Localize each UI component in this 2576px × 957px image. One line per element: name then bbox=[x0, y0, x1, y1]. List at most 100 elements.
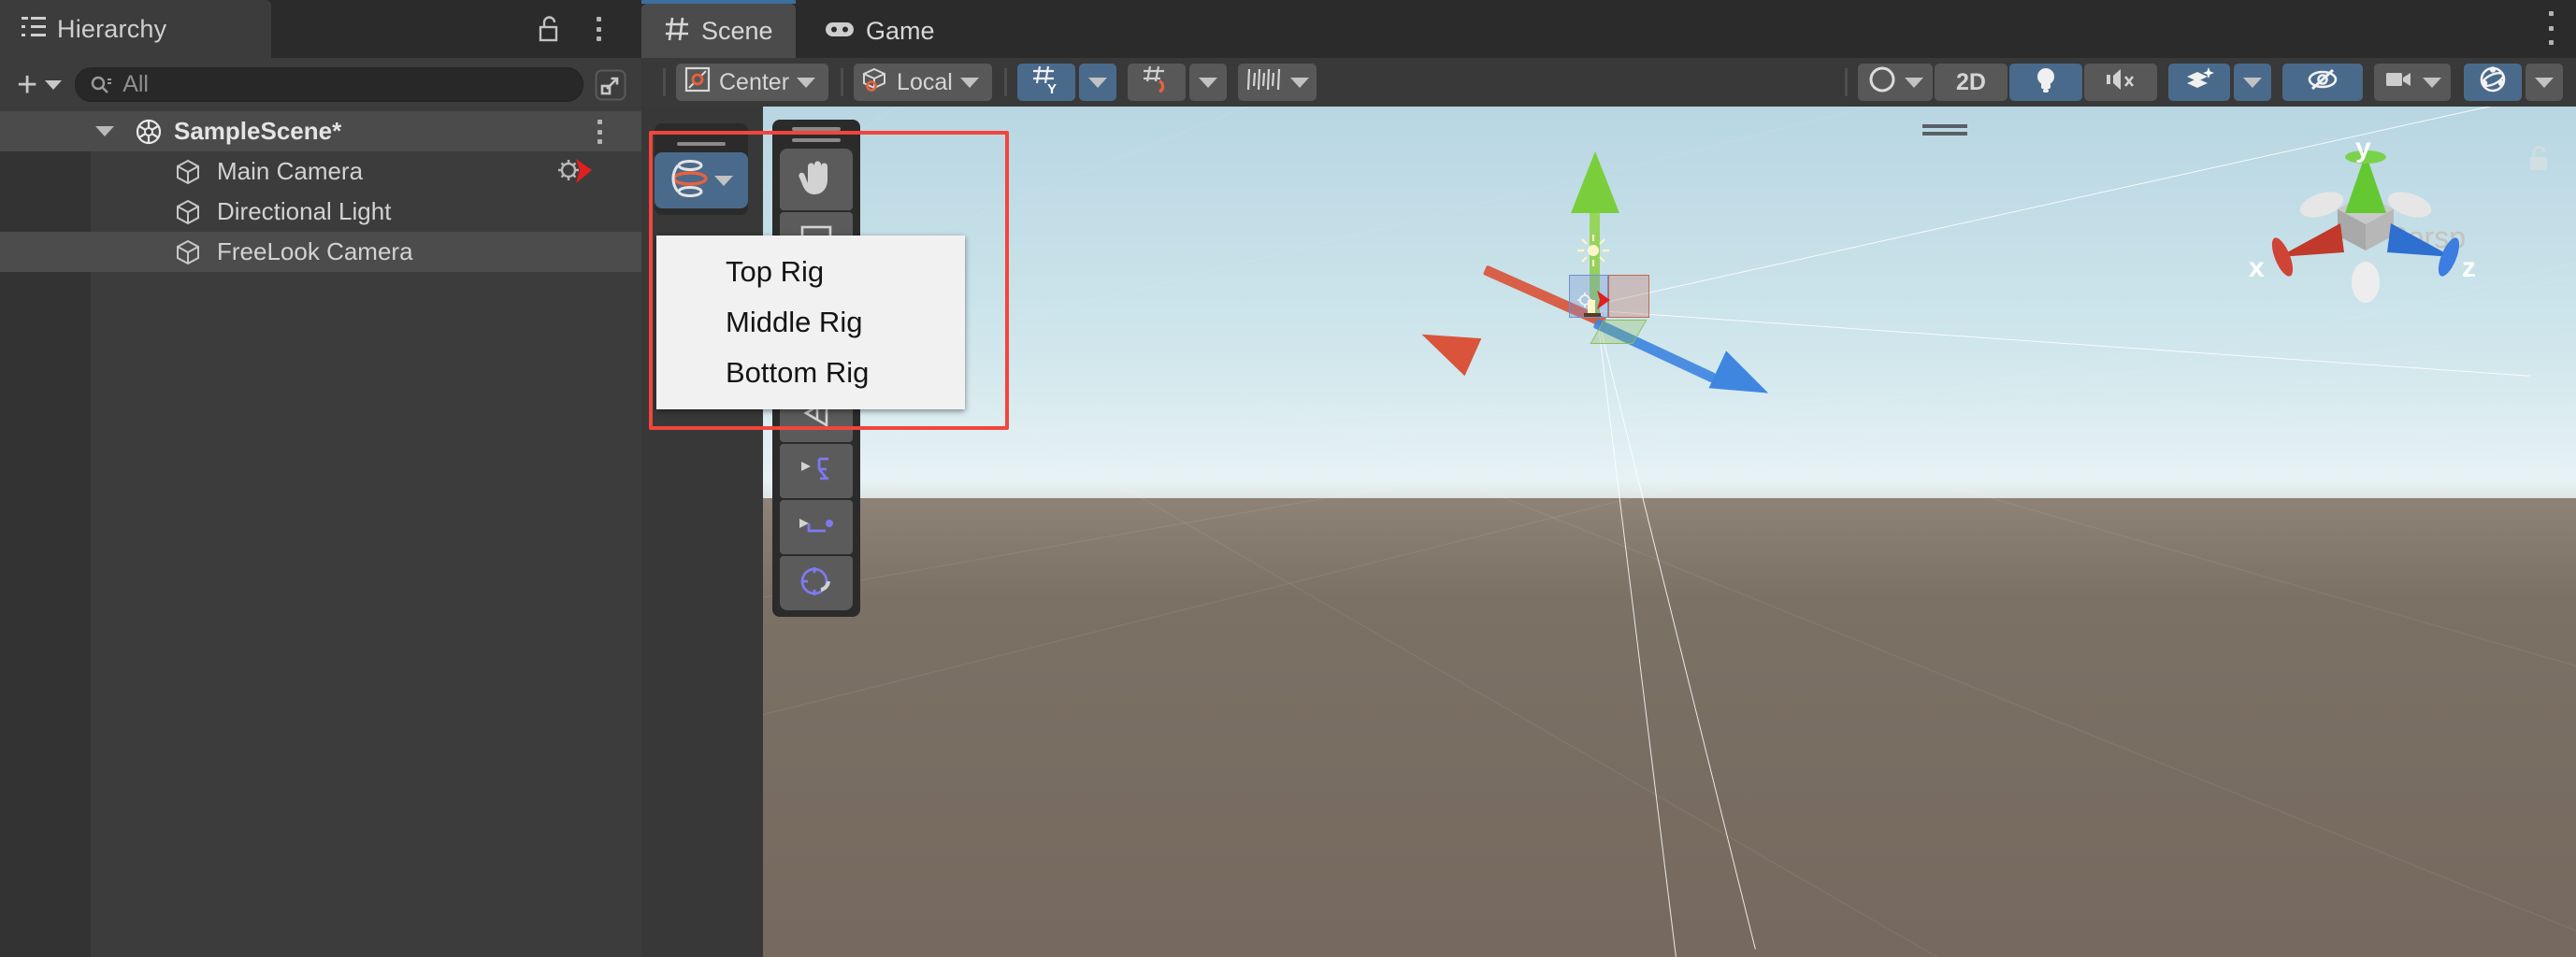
grid-snap-button[interactable] bbox=[1128, 64, 1186, 101]
tab-hierarchy[interactable]: Hierarchy bbox=[0, 0, 271, 58]
search-icon bbox=[89, 75, 113, 95]
camera-settings-button[interactable] bbox=[2374, 64, 2451, 101]
camera-target-tool-icon bbox=[796, 511, 837, 544]
pivot-mode-label: Center bbox=[719, 69, 789, 96]
snap-increment-group bbox=[1238, 64, 1318, 101]
kebab-menu-icon[interactable] bbox=[587, 13, 610, 45]
camera-prefab-gizmo-icon[interactable] bbox=[1575, 289, 1618, 329]
rig-menu-item-middle[interactable]: Middle Rig bbox=[656, 297, 965, 348]
hierarchy-item-label: Directional Light bbox=[217, 197, 391, 226]
hierarchy-item-label: Main Camera bbox=[217, 157, 363, 186]
directional-light-icon[interactable] bbox=[1576, 233, 1611, 273]
shaded-sphere-icon bbox=[1867, 64, 1897, 101]
create-gameobject-button[interactable]: + bbox=[17, 69, 62, 101]
drag-handle-icon[interactable] bbox=[677, 131, 726, 146]
hierarchy-scene-row[interactable]: SampleScene* bbox=[0, 111, 641, 151]
gameobject-cube-icon bbox=[174, 198, 202, 226]
camera-settings-group bbox=[2374, 64, 2453, 101]
snap-increment-button[interactable] bbox=[1238, 64, 1317, 101]
scene-audio-toggle[interactable] bbox=[2084, 64, 2157, 101]
draw-mode-button[interactable] bbox=[1858, 64, 1933, 101]
fx-dropdown[interactable] bbox=[2234, 64, 2271, 101]
svg-text:Y: Y bbox=[1047, 81, 1057, 94]
lock-open-icon[interactable] bbox=[2524, 144, 2554, 179]
camera-target-tool-button[interactable] bbox=[780, 500, 853, 554]
chevron-down-icon bbox=[714, 176, 733, 186]
gizmos-dropdown[interactable] bbox=[2526, 64, 2563, 101]
lock-open-icon[interactable] bbox=[535, 15, 563, 43]
gizmos-group bbox=[2464, 64, 2563, 101]
grid-axis-button[interactable]: Y bbox=[1017, 64, 1075, 101]
gizmos-globe-icon bbox=[2478, 64, 2508, 101]
rig-menu-item-label: Middle Rig bbox=[726, 306, 862, 339]
tab-game[interactable]: Game bbox=[802, 4, 957, 58]
hierarchy-item-freelook-camera[interactable]: FreeLook Camera bbox=[0, 232, 641, 272]
hierarchy-item-label: FreeLook Camera bbox=[217, 237, 413, 266]
camera-orbit-tool-icon bbox=[797, 564, 836, 604]
chevron-down-icon bbox=[1905, 78, 1923, 88]
view-2d-toggle[interactable]: 2D bbox=[1935, 64, 2008, 101]
hierarchy-item-main-camera[interactable]: Main Camera bbox=[0, 151, 641, 192]
grid-snapping-magnet-icon bbox=[1142, 64, 1172, 101]
scene-lighting-toggle[interactable] bbox=[2009, 64, 2082, 101]
drag-handle-icon[interactable] bbox=[792, 127, 841, 142]
hand-pan-tool-button[interactable] bbox=[780, 149, 853, 210]
hierarchy-toolbar: + All bbox=[0, 58, 641, 111]
rig-menu-item-bottom[interactable]: Bottom Rig bbox=[656, 348, 965, 398]
kebab-menu-icon[interactable] bbox=[589, 120, 610, 144]
unity-scene-icon bbox=[135, 118, 163, 146]
cinemachine-rig-selector-button[interactable] bbox=[655, 152, 748, 208]
scene-tabstrip: Scene Game bbox=[641, 0, 2576, 58]
triangle-down-icon[interactable] bbox=[95, 126, 114, 136]
rig-menu-item-label: Top Rig bbox=[726, 255, 824, 289]
gizmos-button[interactable] bbox=[2464, 64, 2522, 101]
audio-muted-icon bbox=[2105, 65, 2137, 100]
chevron-down-icon bbox=[2243, 78, 2262, 88]
lightbulb-icon bbox=[2032, 64, 2060, 101]
fx-group bbox=[2168, 64, 2271, 101]
grid-snap-dropdown[interactable] bbox=[1189, 64, 1227, 101]
hierarchy-list-icon bbox=[21, 15, 47, 44]
gamepad-icon bbox=[825, 19, 855, 44]
toolbar-separator bbox=[1845, 68, 1848, 96]
tab-scene[interactable]: Scene bbox=[641, 4, 796, 58]
gizmo-arrow-x[interactable] bbox=[1414, 316, 1482, 377]
gizmo-arrow-y[interactable] bbox=[1571, 151, 1619, 213]
camera-orbit-tool-button[interactable] bbox=[780, 556, 853, 610]
kebab-menu-icon[interactable] bbox=[2540, 11, 2561, 45]
hierarchy-item-directional-light[interactable]: Directional Light bbox=[0, 192, 641, 232]
rig-menu-item-top[interactable]: Top Rig bbox=[656, 247, 965, 297]
search-input[interactable]: All bbox=[75, 67, 583, 102]
grid-axis-dropdown[interactable] bbox=[1079, 64, 1116, 101]
scene-visibility-toggle[interactable] bbox=[2282, 64, 2363, 101]
scene-orientation-gizmo[interactable]: x y z bbox=[2239, 133, 2492, 310]
chevron-down-icon bbox=[1199, 78, 1217, 88]
viewport-gridline bbox=[763, 107, 2134, 425]
fx-button[interactable] bbox=[2168, 64, 2230, 101]
camera-path-tool-button[interactable] bbox=[780, 444, 853, 498]
chevron-down-icon bbox=[797, 78, 815, 88]
scene-toolbar: Center Local bbox=[641, 58, 2576, 107]
grid-hash-icon bbox=[664, 16, 690, 47]
tab-game-label: Game bbox=[866, 17, 935, 46]
open-in-new-window-icon[interactable] bbox=[591, 65, 630, 105]
grid-snap-group bbox=[1128, 64, 1227, 101]
snap-increment-ruler-icon bbox=[1245, 65, 1283, 100]
gizmo-axis-y-label: y bbox=[2355, 133, 2371, 164]
handle-space-button[interactable]: Local bbox=[854, 64, 992, 101]
viewport-ground-plane bbox=[763, 498, 2576, 957]
view-2d-label: 2D bbox=[1956, 69, 1986, 96]
chevron-down-icon bbox=[45, 80, 62, 90]
tab-hierarchy-label: Hierarchy bbox=[57, 15, 166, 44]
rig-dropdown-menu[interactable]: Top Rig Middle Rig Bottom Rig bbox=[656, 236, 965, 409]
scene-viewport[interactable]: Persp bbox=[763, 107, 2576, 957]
grid-axis-group: Y bbox=[1017, 64, 1116, 101]
cinemachine-freelook-rig-icon bbox=[669, 159, 711, 203]
eye-hidden-icon bbox=[2304, 65, 2341, 100]
pivot-mode-button[interactable]: Center bbox=[676, 64, 828, 101]
prefab-modified-icon bbox=[555, 155, 595, 187]
drag-handle-icon[interactable] bbox=[1922, 122, 1967, 142]
search-placeholder: All bbox=[122, 71, 149, 98]
scene-panel: Scene Game bbox=[641, 0, 2576, 957]
hand-pan-tool-icon bbox=[797, 157, 836, 203]
